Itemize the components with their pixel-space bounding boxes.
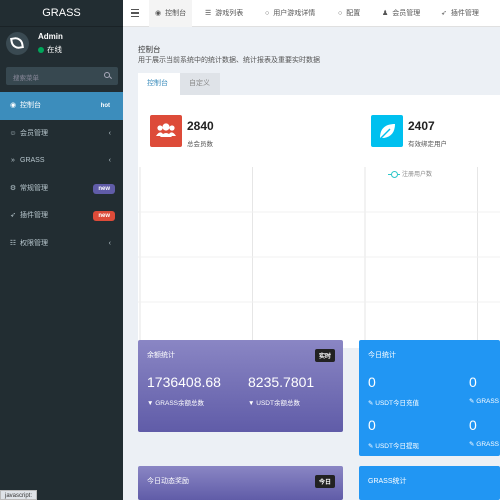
avatar <box>6 32 29 55</box>
usdt-today-withdraw-label: ✎ USDT今日提现 <box>368 443 419 450</box>
dashboard-icon: ◉ <box>9 102 17 109</box>
grass-today-value: 0 <box>469 374 477 390</box>
new-badge: new <box>93 183 115 194</box>
circle-icon: ○ <box>338 10 343 17</box>
sidebar-item-label: GRASS <box>20 157 45 164</box>
user-status: 在线 <box>38 44 62 55</box>
grass-balance-total: 1736408.68 <box>147 374 221 390</box>
search-input[interactable]: 搜索菜单 <box>6 67 118 85</box>
tab-plugins[interactable]: ➶ 插件管理 <box>435 0 485 27</box>
hot-badge: hot <box>95 101 115 111</box>
card-title: GRASS统计 <box>368 478 407 485</box>
subtab-custom[interactable]: 自定义 <box>180 73 220 95</box>
sidebar-item-members[interactable]: ☺ 会员管理 ‹ <box>0 120 123 148</box>
realtime-badge: 实时 <box>314 349 335 362</box>
usdt-today-deposit-label: ✎ USDT今日充值 <box>368 400 419 407</box>
user-icon: ☺ <box>9 129 17 137</box>
stat-value: 2407 <box>408 119 435 133</box>
registration-chart: 注册用户数 05-232023-05-242023-05-252023-05-2… <box>138 167 500 382</box>
top-navbar: ◉ 控制台 ☰ 游戏列表 ○ 用户游戏详情 ○ 配置 ♟ 会员管理 ➶ 插件管理 <box>123 0 500 27</box>
chevron-left-icon: ‹ <box>108 157 111 164</box>
sidebar-item-label: 权限管理 <box>20 239 48 247</box>
today-stats-card: 今日统计 0 ✎ USDT今日充值 0 ✎ GRASS 0 ✎ USDT今日提现… <box>359 340 500 456</box>
dashboard-icon: ◉ <box>155 10 162 17</box>
cogs-icon: ⚙ <box>9 184 17 192</box>
stat-label: 总会员数 <box>187 141 213 148</box>
grass-stats-card: GRASS统计 <box>359 466 500 500</box>
sidebar-item-permissions[interactable]: ☷ 权限管理 ‹ <box>0 230 123 258</box>
filter-icon: ▼ <box>147 400 156 407</box>
tab-members[interactable]: ♟ 会员管理 <box>376 0 426 27</box>
chevron-left-icon: ‹ <box>108 129 111 137</box>
sidebar-item-label: 插件管理 <box>20 212 48 219</box>
subtab-dashboard[interactable]: 控制台 <box>138 73 180 95</box>
grass-today-label: ✎ GRASS <box>469 398 500 405</box>
circle-icon: ○ <box>265 10 270 17</box>
tab-game-list[interactable]: ☰ 游戏列表 <box>199 0 249 27</box>
search-icon[interactable] <box>104 72 110 78</box>
usdt-balance-total: 8235.7801 <box>248 374 315 390</box>
sidebar-item-grass[interactable]: » GRASS ‹ <box>0 147 123 175</box>
stat-label: 有效绑定用户 <box>408 141 447 148</box>
chevron-left-icon: ‹ <box>108 239 111 247</box>
balance-stats-card: 余额统计 实时 1736408.68 ▼ GRASS余额总数 8235.7801… <box>138 340 343 432</box>
grass-today-value-2: 0 <box>469 417 477 433</box>
dashboard-panel: 2840 总会员数 2407 有效绑定用户 注册用户数 05-232023-05… <box>138 95 500 382</box>
rocket-icon: ➶ <box>10 212 16 219</box>
card-title: 余额统计 <box>147 352 175 359</box>
leaf-icon <box>371 115 403 147</box>
sidebar-item-label: 常规管理 <box>20 184 48 192</box>
brand-logo[interactable]: GRASS <box>0 0 123 27</box>
user-panel: Admin 在线 <box>0 27 123 62</box>
grass-balance-label: ▼ GRASS余额总数 <box>147 400 205 407</box>
sidebar-item-general[interactable]: ⚙ 常规管理 new <box>0 175 123 203</box>
rocket-icon: ➶ <box>441 10 447 17</box>
group-icon: ☷ <box>9 239 17 247</box>
browser-status-bar: javascript: <box>0 490 38 500</box>
menu-toggle-icon[interactable] <box>131 9 139 17</box>
users-icon <box>150 115 182 147</box>
sidebar-item-label: 会员管理 <box>20 129 48 137</box>
sidebar-menu: ◉ 控制台 hot ☺ 会员管理 ‹ » GRASS ‹ ⚙ 常规管理 new … <box>0 92 123 257</box>
online-dot-icon <box>38 47 44 53</box>
filter-icon: ▼ <box>248 400 257 407</box>
user-name: Admin <box>38 32 63 41</box>
today-badge: 今日 <box>314 475 335 488</box>
sidebar-item-plugins[interactable]: ➶ 插件管理 new <box>0 202 123 230</box>
usdt-today-deposit: 0 <box>368 374 376 390</box>
grass-today-label-2: ✎ GRASS <box>469 441 500 448</box>
main-content: 控制台 用于展示当前系统中的统计数据、统计报表及重要实时数据 控制台 自定义 2… <box>123 28 500 500</box>
angle-right-icon: » <box>11 157 15 164</box>
user-icon: ♟ <box>382 10 389 17</box>
page-subtitle: 用于展示当前系统中的统计数据、统计报表及重要实时数据 <box>138 57 320 64</box>
sidebar-item-label: 控制台 <box>20 102 41 109</box>
sidebar-item-dashboard[interactable]: ◉ 控制台 hot <box>0 92 123 120</box>
new-badge: new <box>93 211 115 221</box>
card-title: 今日统计 <box>368 352 396 359</box>
tab-user-game-details[interactable]: ○ 用户游戏详情 <box>259 0 321 27</box>
usdt-balance-label: ▼ USDT余额总数 <box>248 400 300 407</box>
sidebar: GRASS Admin 在线 搜索菜单 ◉ 控制台 hot ☺ 会员管理 ‹ »… <box>0 0 123 500</box>
tab-config[interactable]: ○ 配置 <box>332 0 366 27</box>
today-rewards-card: 今日动态奖励 今日 <box>138 466 343 500</box>
tab-dashboard[interactable]: ◉ 控制台 <box>149 0 193 27</box>
page-title: 控制台 <box>138 45 161 54</box>
card-title: 今日动态奖励 <box>147 478 189 485</box>
list-icon: ☰ <box>205 10 212 17</box>
stat-value: 2840 <box>187 119 214 133</box>
usdt-today-withdraw: 0 <box>368 417 376 433</box>
chart-plot <box>138 167 500 348</box>
